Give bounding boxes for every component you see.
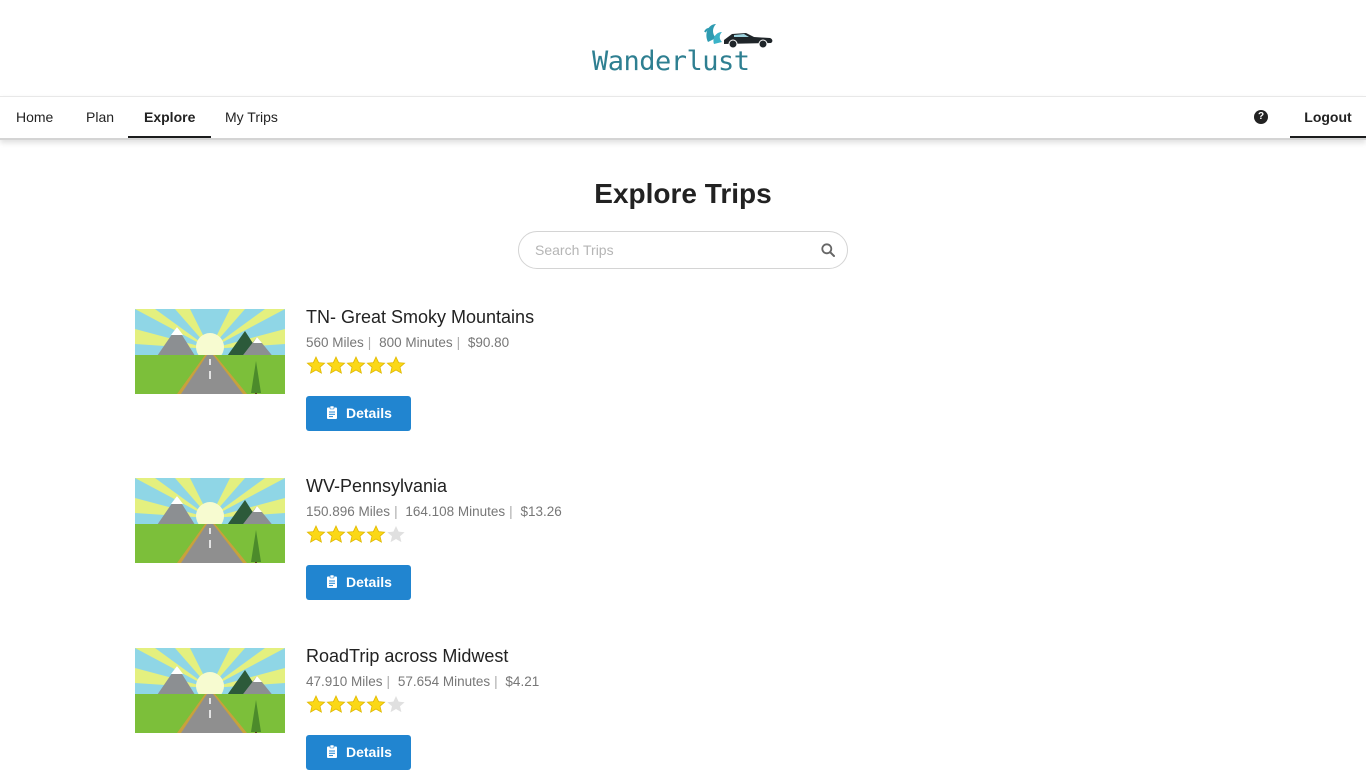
search-input[interactable] xyxy=(533,241,807,259)
trip-rating xyxy=(306,695,406,713)
top-nav: Home Plan Explore My Trips ? Logout xyxy=(0,96,1366,140)
star-filled-icon[interactable] xyxy=(326,695,346,713)
brand-name: Wanderlust xyxy=(592,46,750,77)
star-filled-icon[interactable] xyxy=(346,356,366,374)
star-filled-icon[interactable] xyxy=(346,525,366,543)
details-button-label: Details xyxy=(346,405,392,421)
star-filled-icon[interactable] xyxy=(366,695,386,713)
star-filled-icon[interactable] xyxy=(366,356,386,374)
header: Wanderlust xyxy=(0,0,1366,96)
details-button[interactable]: Details xyxy=(306,396,411,431)
nav-explore[interactable]: Explore xyxy=(128,97,212,138)
trip-minutes: 57.654 Minutes xyxy=(397,674,491,689)
nav-plan[interactable]: Plan xyxy=(70,97,130,138)
trip-name[interactable]: TN- Great Smoky Mountains xyxy=(306,307,534,328)
search-icon[interactable] xyxy=(821,243,835,257)
details-button-label: Details xyxy=(346,574,392,590)
star-filled-icon[interactable] xyxy=(306,525,326,543)
nav-my-trips[interactable]: My Trips xyxy=(209,97,294,138)
details-button[interactable]: Details xyxy=(306,735,411,770)
trip-minutes: 164.108 Minutes xyxy=(405,504,506,519)
clipboard-icon xyxy=(327,745,337,758)
trip-thumbnail[interactable] xyxy=(135,648,285,733)
star-filled-icon[interactable] xyxy=(306,356,326,374)
page-title: Explore Trips xyxy=(594,178,772,209)
trip-miles: 150.896 Miles xyxy=(306,504,391,519)
trip-miles: 560 Miles xyxy=(306,335,364,350)
trip-card: WV-Pennsylvania 150.896 Miles | 164.108 M… xyxy=(135,476,635,603)
trip-miles: 47.910 Miles xyxy=(306,674,383,689)
star-filled-icon[interactable] xyxy=(326,525,346,543)
trip-thumbnail[interactable] xyxy=(135,309,285,394)
star-filled-icon[interactable] xyxy=(326,356,346,374)
trip-cost: $13.26 xyxy=(520,504,562,519)
trip-cost: $4.21 xyxy=(505,674,540,689)
trip-stats: 47.910 Miles | 57.654 Minutes | $4.21 xyxy=(306,674,540,689)
trip-card: RoadTrip across Midwest 47.910 Miles | 57… xyxy=(135,646,635,773)
trip-name[interactable]: RoadTrip across Midwest xyxy=(306,646,508,667)
trip-rating xyxy=(306,356,406,374)
search-box xyxy=(518,231,848,269)
trip-thumbnail[interactable] xyxy=(135,478,285,563)
nav-home[interactable]: Home xyxy=(0,97,69,138)
details-button-label: Details xyxy=(346,744,392,760)
details-button[interactable]: Details xyxy=(306,565,411,600)
question-circle-icon[interactable]: ? xyxy=(1254,110,1268,124)
trip-card: TN- Great Smoky Mountains 560 Miles | 800… xyxy=(135,307,635,434)
star-filled-icon[interactable] xyxy=(386,356,406,374)
logout-button[interactable]: Logout xyxy=(1290,97,1366,138)
trip-minutes: 800 Minutes xyxy=(379,335,453,350)
trip-stats: 560 Miles | 800 Minutes | $90.80 xyxy=(306,335,510,350)
clipboard-icon xyxy=(327,406,337,419)
trip-cost: $90.80 xyxy=(467,335,510,350)
star-empty-icon[interactable] xyxy=(386,525,406,543)
clipboard-icon xyxy=(327,575,337,588)
star-filled-icon[interactable] xyxy=(366,525,386,543)
trip-name[interactable]: WV-Pennsylvania xyxy=(306,476,447,497)
star-empty-icon[interactable] xyxy=(386,695,406,713)
star-filled-icon[interactable] xyxy=(346,695,366,713)
wanderlust-logo[interactable]: Wanderlust xyxy=(590,20,780,86)
trip-stats: 150.896 Miles | 164.108 Minutes | $13.26 xyxy=(306,504,562,519)
star-filled-icon[interactable] xyxy=(306,695,326,713)
trip-rating xyxy=(306,525,406,543)
